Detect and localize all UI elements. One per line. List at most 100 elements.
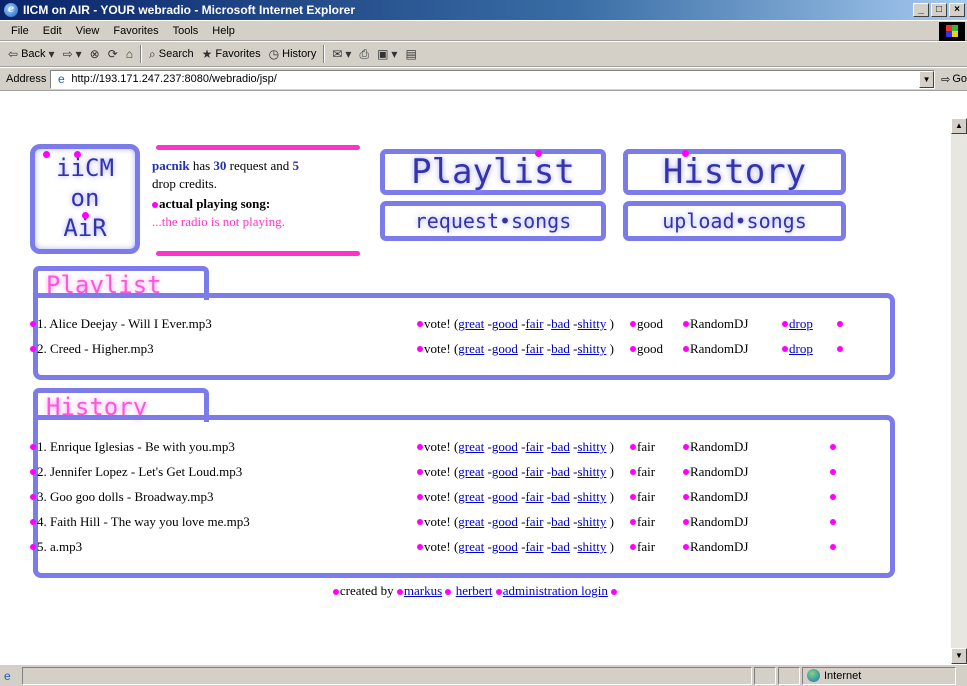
vote-shitty-link[interactable]: shitty [577, 539, 606, 555]
drop-link[interactable]: drop [789, 316, 837, 332]
vote-label: vote! ( [424, 341, 459, 356]
search-button[interactable]: ⌕ Search [145, 45, 198, 64]
vote-bad-link[interactable]: bad [551, 514, 570, 530]
song-dj: RandomDJ [689, 539, 749, 554]
refresh-icon: ⟳ [107, 47, 118, 61]
nav-dot [535, 150, 542, 157]
vote-shitty-link[interactable]: shitty [577, 464, 606, 480]
vote-shitty-link[interactable]: shitty [577, 439, 606, 455]
request-songs-label: request•songs [414, 209, 572, 233]
vote-good-link[interactable]: good [492, 439, 518, 455]
drop-link[interactable]: drop [789, 341, 837, 357]
vote-shitty-link[interactable]: shitty [577, 514, 606, 530]
go-arrow-icon: ⇨ [941, 73, 951, 86]
refresh-button[interactable]: ⟳ [104, 45, 122, 63]
vote-fair-link[interactable]: fair [525, 439, 543, 455]
vote-bad-link[interactable]: bad [551, 316, 570, 332]
minimize-button[interactable]: _ [913, 3, 929, 17]
vote-shitty-link[interactable]: shitty [577, 341, 606, 357]
vote-bad-link[interactable]: bad [551, 539, 570, 555]
vote-bad-link[interactable]: bad [551, 439, 570, 455]
vote-great-link[interactable]: great [458, 514, 484, 530]
bullet-icon [417, 346, 423, 352]
vote-label: vote! ( [424, 539, 459, 554]
vote-great-link[interactable]: great [458, 539, 484, 555]
history-button[interactable]: ◷ History [265, 45, 321, 63]
forward-dropdown-icon[interactable]: ▾ [76, 47, 82, 61]
discuss-button[interactable]: ▤ [401, 45, 420, 63]
request-songs-button[interactable]: request•songs [380, 201, 606, 241]
page-footer: created by markus herbert administration… [0, 583, 951, 599]
zone-label: Internet [824, 669, 862, 682]
vote-shitty-link[interactable]: shitty [577, 489, 606, 505]
home-button[interactable]: ⌂ [122, 45, 137, 63]
vote-bad-link[interactable]: bad [551, 489, 570, 505]
vote-good-link[interactable]: good [492, 464, 518, 480]
vote-shitty-link[interactable]: shitty [577, 316, 606, 332]
print-button[interactable]: ⎙ [355, 45, 373, 64]
menu-file[interactable]: File [4, 23, 36, 39]
song-title: 5. a.mp3 [37, 539, 83, 554]
scroll-down-icon[interactable]: ▼ [951, 648, 967, 664]
vote-great-link[interactable]: great [458, 341, 484, 357]
vote-good-link[interactable]: good [492, 539, 518, 555]
playlist-frame [33, 293, 895, 380]
menu-view[interactable]: View [69, 23, 107, 39]
mail-button[interactable]: ✉ ▾ [328, 45, 355, 63]
vote-fair-link[interactable]: fair [525, 316, 543, 332]
bullet-icon [682, 544, 689, 550]
address-dropdown-icon[interactable]: ▼ [919, 70, 935, 88]
nav-history-button[interactable]: History [623, 149, 846, 195]
scroll-up-icon[interactable]: ▲ [951, 118, 967, 134]
stop-button[interactable]: ⊗ [86, 45, 104, 63]
nav-playlist-button[interactable]: Playlist [380, 149, 606, 195]
vertical-scrollbar[interactable]: ▲ ▼ [951, 118, 967, 664]
menu-favorites[interactable]: Favorites [106, 23, 165, 39]
song-dj: RandomDJ [689, 464, 749, 479]
edit-button[interactable]: ▣ ▾ [373, 45, 401, 63]
favorites-label: Favorites [215, 48, 261, 60]
vote-bad-link[interactable]: bad [551, 341, 570, 357]
upload-songs-button[interactable]: upload•songs [623, 201, 846, 241]
playlist-row: 1. Alice Deejay - Will I Ever.mp3 vote! … [30, 315, 910, 333]
vote-great-link[interactable]: great [458, 489, 484, 505]
vote-fair-link[interactable]: fair [525, 464, 543, 480]
author-herbert-link[interactable]: herbert [456, 583, 493, 598]
bullet-icon [629, 346, 636, 352]
drop-credits-text: drop credits. [152, 176, 217, 191]
back-button[interactable]: ⇦ Back ▾ [4, 45, 59, 63]
vote-great-link[interactable]: great [458, 439, 484, 455]
address-url[interactable]: http://193.171.247.237:8080/webradio/jsp… [71, 73, 277, 85]
vote-good-link[interactable]: good [492, 316, 518, 332]
forward-button[interactable]: ⇨ ▾ [59, 45, 86, 63]
author-markus-link[interactable]: markus [404, 583, 442, 598]
vote-fair-link[interactable]: fair [525, 514, 543, 530]
ie-logo-icon: e [4, 3, 18, 17]
menu-edit[interactable]: Edit [36, 23, 69, 39]
vote-good-link[interactable]: good [492, 489, 518, 505]
edit-dropdown-icon[interactable]: ▾ [391, 47, 397, 61]
mail-dropdown-icon[interactable]: ▾ [345, 47, 351, 61]
history-label: History [282, 48, 317, 60]
vote-fair-link[interactable]: fair [525, 341, 543, 357]
menu-help[interactable]: Help [205, 23, 242, 39]
close-button[interactable]: × [949, 3, 965, 17]
vote-great-link[interactable]: great [458, 464, 484, 480]
vote-good-link[interactable]: good [492, 514, 518, 530]
address-input[interactable]: e http://193.171.247.237:8080/webradio/j… [50, 69, 936, 89]
admin-login-link[interactable]: administration login [503, 583, 608, 598]
vote-fair-link[interactable]: fair [525, 489, 543, 505]
page-content: iiCM on AiR pacnik has 30 request and 5 … [0, 118, 951, 664]
bullet-icon [417, 469, 423, 475]
vote-bad-link[interactable]: bad [551, 464, 570, 480]
vote-great-link[interactable]: great [458, 316, 484, 332]
bullet-icon [30, 544, 36, 550]
menu-tools[interactable]: Tools [166, 23, 206, 39]
vote-good-link[interactable]: good [492, 341, 518, 357]
favorites-button[interactable]: ★ Favorites [198, 45, 265, 63]
back-dropdown-icon[interactable]: ▾ [49, 47, 55, 61]
maximize-button[interactable]: □ [931, 3, 947, 17]
vote-fair-link[interactable]: fair [525, 539, 543, 555]
bullet-icon [611, 589, 618, 596]
go-button[interactable]: ⇨ Go [941, 73, 967, 86]
